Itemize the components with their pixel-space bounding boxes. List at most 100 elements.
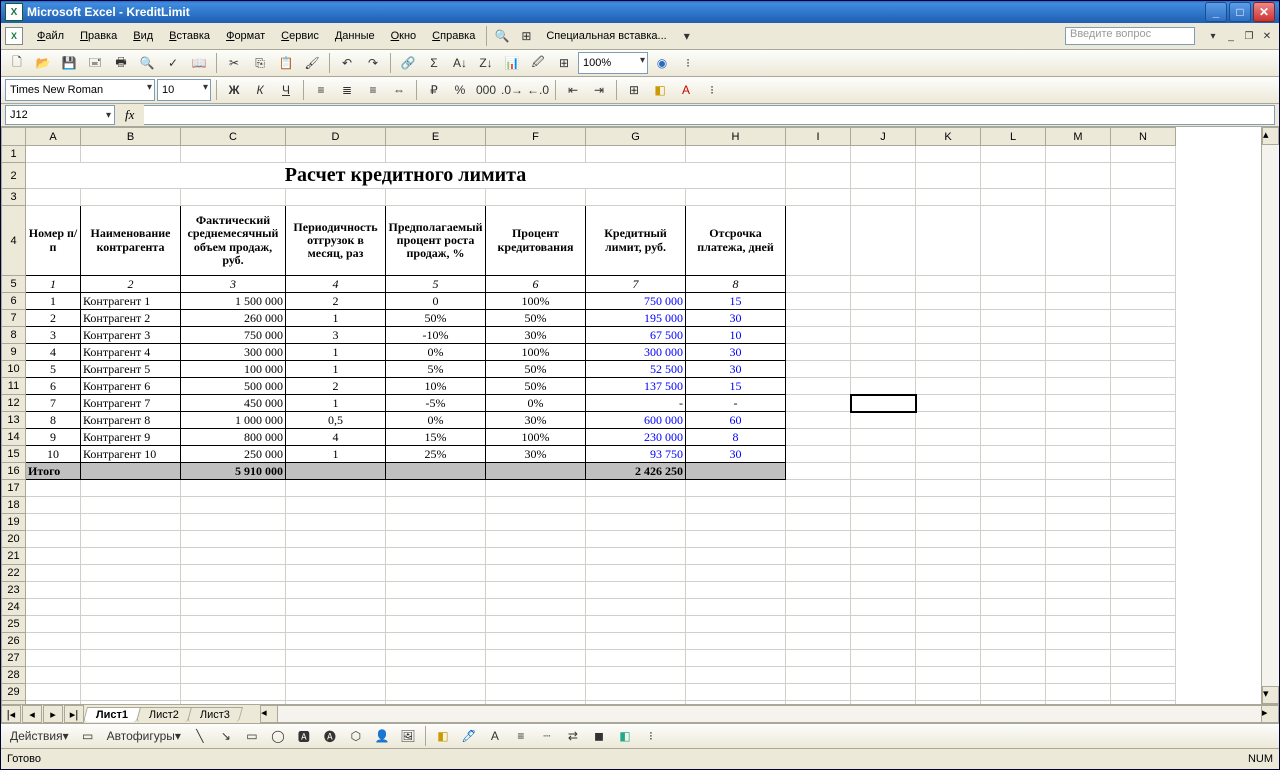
- cell-M30[interactable]: [1046, 701, 1111, 705]
- arrowstyle-icon[interactable]: ⇄: [561, 724, 585, 748]
- total-cell[interactable]: [286, 463, 386, 480]
- cell-K26[interactable]: [916, 633, 981, 650]
- lookup-icon[interactable]: ⊞: [514, 24, 538, 48]
- cell-K24[interactable]: [916, 599, 981, 616]
- cell-H27[interactable]: [686, 650, 786, 667]
- cell-L21[interactable]: [981, 548, 1046, 565]
- row-header-2[interactable]: 2: [2, 163, 26, 189]
- data-cell[interactable]: 50%: [486, 361, 586, 378]
- cell-G25[interactable]: [586, 616, 686, 633]
- cell-J15[interactable]: [851, 446, 916, 463]
- cell-H22[interactable]: [686, 565, 786, 582]
- data-cell[interactable]: 300 000: [181, 344, 286, 361]
- cell-D18[interactable]: [286, 497, 386, 514]
- cell-L4[interactable]: [981, 206, 1046, 276]
- colnum-cell[interactable]: 2: [81, 276, 181, 293]
- cell-N7[interactable]: [1111, 310, 1176, 327]
- cell-M27[interactable]: [1046, 650, 1111, 667]
- cell-B18[interactable]: [81, 497, 181, 514]
- cell-D17[interactable]: [286, 480, 386, 497]
- cell-D27[interactable]: [286, 650, 386, 667]
- data-cell[interactable]: 7: [26, 395, 81, 412]
- cell-G24[interactable]: [586, 599, 686, 616]
- col-header-J[interactable]: J: [851, 128, 916, 146]
- scroll-down-icon[interactable]: ▾: [1262, 686, 1279, 704]
- cell-I20[interactable]: [786, 531, 851, 548]
- cell-E30[interactable]: [386, 701, 486, 705]
- data-cell[interactable]: -5%: [386, 395, 486, 412]
- clipart-icon[interactable]: 👤: [370, 724, 394, 748]
- cell-L11[interactable]: [981, 378, 1046, 395]
- cell-F29[interactable]: [486, 684, 586, 701]
- cell-I17[interactable]: [786, 480, 851, 497]
- cell-I10[interactable]: [786, 361, 851, 378]
- toolbar-options-icon[interactable]: ⁝: [676, 51, 700, 75]
- row-header-29[interactable]: 29: [2, 684, 26, 701]
- cell-H21[interactable]: [686, 548, 786, 565]
- row-header-20[interactable]: 20: [2, 531, 26, 548]
- cell-F1[interactable]: [486, 146, 586, 163]
- cell-M7[interactable]: [1046, 310, 1111, 327]
- cell-I1[interactable]: [786, 146, 851, 163]
- cell-C23[interactable]: [181, 582, 286, 599]
- cell-H18[interactable]: [686, 497, 786, 514]
- cell-E26[interactable]: [386, 633, 486, 650]
- menu-формат[interactable]: Формат: [218, 28, 273, 44]
- wordart-icon[interactable]: 🅐: [318, 724, 342, 748]
- cell-M3[interactable]: [1046, 189, 1111, 206]
- cell-M16[interactable]: [1046, 463, 1111, 480]
- cell-I5[interactable]: [786, 276, 851, 293]
- cell-L1[interactable]: [981, 146, 1046, 163]
- header-cell[interactable]: Отсрочка платежа, дней: [686, 206, 786, 276]
- col-header-M[interactable]: M: [1046, 128, 1111, 146]
- cell-I13[interactable]: [786, 412, 851, 429]
- scroll-right-icon[interactable]: ▸: [1261, 705, 1279, 723]
- colnum-cell[interactable]: 3: [181, 276, 286, 293]
- colnum-cell[interactable]: 8: [686, 276, 786, 293]
- autosum-icon[interactable]: Σ: [422, 51, 446, 75]
- cell-J20[interactable]: [851, 531, 916, 548]
- col-header-I[interactable]: I: [786, 128, 851, 146]
- cell-L20[interactable]: [981, 531, 1046, 548]
- data-cell[interactable]: 750 000: [586, 293, 686, 310]
- cell-J18[interactable]: [851, 497, 916, 514]
- col-header-A[interactable]: A: [26, 128, 81, 146]
- header-cell[interactable]: Предполагаемый процент роста продаж, %: [386, 206, 486, 276]
- cell-K28[interactable]: [916, 667, 981, 684]
- data-cell[interactable]: Контрагент 5: [81, 361, 181, 378]
- cell-N22[interactable]: [1111, 565, 1176, 582]
- cell-L10[interactable]: [981, 361, 1046, 378]
- data-cell[interactable]: Контрагент 10: [81, 446, 181, 463]
- cell-I2[interactable]: [786, 163, 851, 189]
- cell-B17[interactable]: [81, 480, 181, 497]
- cell-I23[interactable]: [786, 582, 851, 599]
- cell-H26[interactable]: [686, 633, 786, 650]
- cell-I22[interactable]: [786, 565, 851, 582]
- scroll-left-icon[interactable]: ◂: [260, 705, 278, 723]
- italic-icon[interactable]: К: [248, 78, 272, 102]
- data-cell[interactable]: 50%: [486, 378, 586, 395]
- data-cell[interactable]: 1: [286, 310, 386, 327]
- cell-N15[interactable]: [1111, 446, 1176, 463]
- row-header-18[interactable]: 18: [2, 497, 26, 514]
- cell-K30[interactable]: [916, 701, 981, 705]
- cell-M11[interactable]: [1046, 378, 1111, 395]
- data-cell[interactable]: 60: [686, 412, 786, 429]
- cell-F30[interactable]: [486, 701, 586, 705]
- decrease-decimal-icon[interactable]: ←.0: [526, 78, 550, 102]
- select-objects-icon[interactable]: ▭: [76, 724, 100, 748]
- row-header-28[interactable]: 28: [2, 667, 26, 684]
- cell-L26[interactable]: [981, 633, 1046, 650]
- cell-A30[interactable]: [26, 701, 81, 705]
- cell-A19[interactable]: [26, 514, 81, 531]
- cell-N16[interactable]: [1111, 463, 1176, 480]
- cell-L22[interactable]: [981, 565, 1046, 582]
- data-cell[interactable]: 1 000 000: [181, 412, 286, 429]
- cell-K4[interactable]: [916, 206, 981, 276]
- textbox-icon[interactable]: 🅰: [292, 724, 316, 748]
- cell-C29[interactable]: [181, 684, 286, 701]
- cell-K23[interactable]: [916, 582, 981, 599]
- cell-E22[interactable]: [386, 565, 486, 582]
- cell-J24[interactable]: [851, 599, 916, 616]
- row-header-23[interactable]: 23: [2, 582, 26, 599]
